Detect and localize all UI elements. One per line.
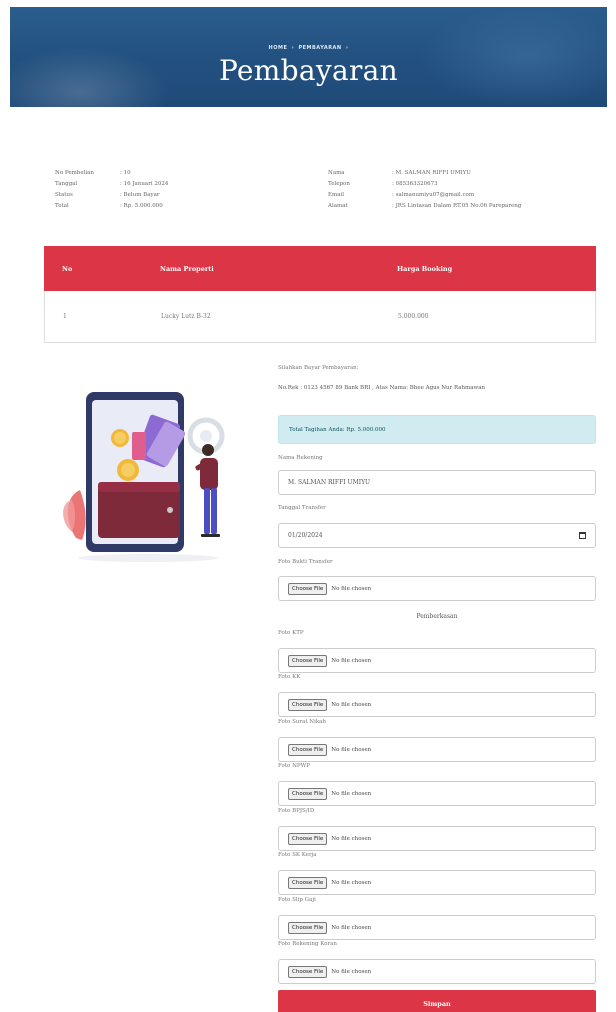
transfer-date-label: Tanggal Transfer [278,505,326,511]
page-hero: HOME › PEMBAYARAN › Pembayaran [10,7,607,107]
cell-property: Lucky Lutz B-32 [161,313,211,320]
breadcrumb-separator: › [345,45,349,51]
info-value: : Rp. 5.000.000 [120,203,163,209]
save-button[interactable]: Simpan [278,990,596,1012]
no-file-text: No file chosen [331,879,372,886]
info-key: Telepon [328,181,350,187]
no-file-text: No file chosen [331,790,372,797]
account-name-input[interactable]: M. SALMAN RIFFI UMIYU [278,470,596,495]
payment-illustration [58,378,258,578]
info-value: : JRS Lintasan Dalam RT.05 No.06 Parepar… [392,203,522,209]
info-value: : 10 [120,170,131,176]
info-key: Status [55,192,73,198]
transfer-proof-file-input[interactable]: Choose File No file chosen [278,576,596,601]
cell-no: 1 [63,313,67,320]
info-row-status: Status : Belum Bayar [55,190,168,201]
no-file-text: No file chosen [331,924,372,931]
info-key: Tanggal [55,181,78,187]
cell-price: 5.000.000 [398,313,429,320]
no-file-text: No file chosen [331,701,372,708]
choose-file-button[interactable]: Choose File [288,965,328,978]
no-file-text: No file chosen [331,835,372,842]
info-row-date: Tanggal : 16 Januari 2024 [55,179,168,190]
no-file-text: No file chosen [331,746,372,753]
column-header-price: Harga Booking [397,264,453,273]
bpjs-file-input[interactable]: Choose File No file chosen [278,826,596,851]
info-value: : M. SALMAN RIFFI UMIYU [392,170,471,176]
ktp-file-input[interactable]: Choose File No file chosen [278,648,596,673]
slip-gaji-label: Foto Slip Gaji [278,897,316,903]
column-header-property: Nama Properti [160,264,214,273]
account-name-label: Nama Rekening [278,455,323,461]
breadcrumb-separator: › [291,45,295,51]
customer-info: Nama : M. SALMAN RIFFI UMIYU Telepon : 0… [328,168,521,212]
ktp-label: Foto KTP [278,630,304,636]
calendar-icon[interactable] [579,532,586,539]
mobile-wallet-icon [63,392,225,562]
surat-nikah-label: Foto Surat Nikah [278,719,326,725]
transfer-date-value: 01/20/2024 [288,532,323,539]
rekening-koran-label: Foto Rekening Koran [278,941,337,947]
table-header: No Nama Properti Harga Booking [44,246,596,291]
choose-file-button[interactable]: Choose File [288,876,328,889]
info-row-address: Alamat : JRS Lintasan Dalam RT.05 No.06 … [328,201,521,212]
bpjs-label: Foto BPJS/ID [278,808,315,814]
section-title-pemberkasan: Pemberkasan [416,613,458,620]
info-row-email: Email : salmanumiyu07@gmail.com [328,190,521,201]
bank-account-info: No.Rek : 0123 4567 89 Bank BRI , Atas Na… [278,385,486,391]
info-key: Alamat [328,203,348,209]
booking-table: No Nama Properti Harga Booking 1 Lucky L… [44,246,596,343]
info-row-phone: Telepon : 085363320673 [328,179,521,190]
surat-nikah-file-input[interactable]: Choose File No file chosen [278,737,596,762]
choose-file-button[interactable]: Choose File [288,698,328,711]
column-header-no: No [62,264,73,273]
breadcrumb-current: PEMBAYARAN [298,45,342,51]
info-key: Total [55,203,69,209]
sk-kerja-label: Foto SK Kerja [278,852,317,858]
no-file-text: No file chosen [331,657,372,664]
info-row-order-number: No Pembelian : 10 [55,168,168,179]
info-row-total: Total : Rp. 5.000.000 [55,201,168,212]
npwp-label: Foto NPWP [278,763,310,769]
info-row-name: Nama : M. SALMAN RIFFI UMIYU [328,168,521,179]
info-key: No Pembelian [55,170,94,176]
kk-file-input[interactable]: Choose File No file chosen [278,692,596,717]
info-value: : 085363320673 [392,181,438,187]
total-bill-alert: Total Tagihan Anda: Rp. 5.000.000 [278,415,596,444]
kk-label: Foto KK [278,674,301,680]
info-value: : salmanumiyu07@gmail.com [392,192,475,198]
rekening-koran-file-input[interactable]: Choose File No file chosen [278,959,596,984]
table-row: 1 Lucky Lutz B-32 5.000.000 [44,291,596,343]
choose-file-button[interactable]: Choose File [288,743,328,756]
choose-file-button[interactable]: Choose File [288,654,328,667]
breadcrumb: HOME › PEMBAYARAN › [10,45,607,51]
info-value: : Belum Bayar [120,192,160,198]
info-value: : 16 Januari 2024 [120,181,169,187]
choose-file-button[interactable]: Choose File [288,582,328,595]
info-key: Email [328,192,345,198]
info-key: Nama [328,170,345,176]
slip-gaji-file-input[interactable]: Choose File No file chosen [278,915,596,940]
breadcrumb-home[interactable]: HOME [269,45,288,51]
payment-instruction-label: Silahkan Bayar Pembayaran: [278,365,359,371]
transfer-proof-label: Foto Bukti Transfer [278,559,333,565]
sk-kerja-file-input[interactable]: Choose File No file chosen [278,870,596,895]
transfer-date-input[interactable]: 01/20/2024 [278,523,596,548]
page-title: Pembayaran [219,54,398,87]
no-file-text: No file chosen [331,968,372,975]
no-file-text: No file chosen [331,585,372,592]
choose-file-button[interactable]: Choose File [288,832,328,845]
npwp-file-input[interactable]: Choose File No file chosen [278,781,596,806]
choose-file-button[interactable]: Choose File [288,787,328,800]
choose-file-button[interactable]: Choose File [288,921,328,934]
order-info: No Pembelian : 10 Tanggal : 16 Januari 2… [55,168,168,212]
